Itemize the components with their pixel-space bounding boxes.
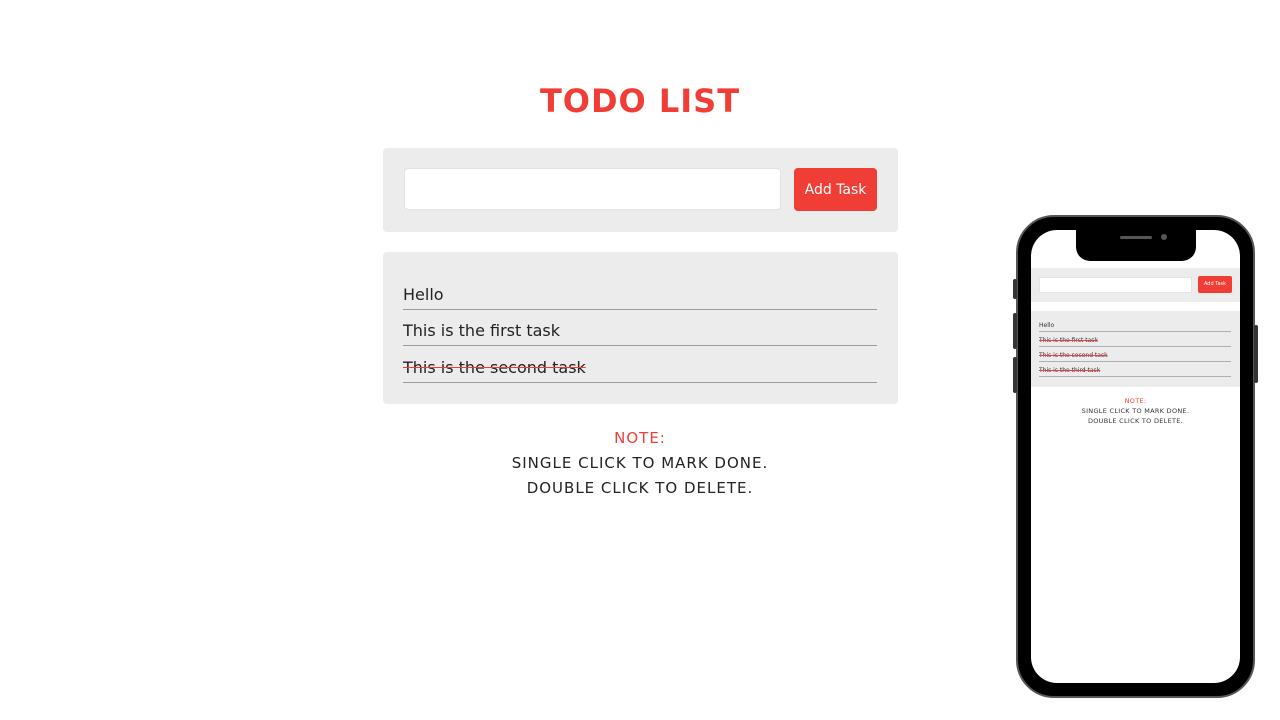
phone-volume-down-button: [1013, 357, 1017, 393]
phone-speaker: [1120, 236, 1152, 239]
task-input[interactable]: [404, 168, 781, 210]
mobile-add-task-button: Add Task: [1198, 276, 1232, 293]
page-title: TODO LIST: [539, 82, 741, 120]
mobile-task-item: This is the first task: [1039, 336, 1231, 347]
mobile-input-panel: Add Task: [1031, 268, 1240, 302]
phone-volume-up-button: [1013, 313, 1017, 349]
task-input-panel: Add Task: [383, 148, 898, 232]
mobile-task-input: [1039, 277, 1192, 293]
phone-notch: [1076, 230, 1196, 261]
mobile-task-item: This is the second task: [1039, 351, 1231, 362]
add-task-button[interactable]: Add Task: [794, 168, 877, 211]
mobile-task-item: This is the third task: [1039, 366, 1231, 377]
mobile-task-item: Hello: [1039, 321, 1231, 332]
phone-mockup: TODO LIST Add Task Hello This is the fir…: [1013, 215, 1258, 698]
phone-power-button: [1254, 325, 1258, 383]
task-list: Hello This is the first task This is the…: [383, 252, 898, 404]
phone-silent-switch: [1013, 279, 1017, 299]
task-item[interactable]: This is the second task: [403, 356, 877, 383]
phone-camera-icon: [1161, 234, 1167, 240]
mobile-note-line-delete: DOUBLE CLICK TO DELETE.: [1087, 417, 1184, 425]
mobile-note-heading: NOTE:: [1124, 397, 1147, 405]
phone-screen: TODO LIST Add Task Hello This is the fir…: [1031, 230, 1240, 683]
mobile-instructions-note: NOTE: SINGLE CLICK TO MARK DONE. DOUBLE …: [1031, 396, 1240, 426]
task-item[interactable]: This is the first task: [403, 319, 877, 346]
mobile-note-line-mark-done: SINGLE CLICK TO MARK DONE.: [1081, 407, 1190, 415]
mobile-task-list: Hello This is the first task This is the…: [1031, 311, 1240, 387]
task-item[interactable]: Hello: [403, 283, 877, 310]
